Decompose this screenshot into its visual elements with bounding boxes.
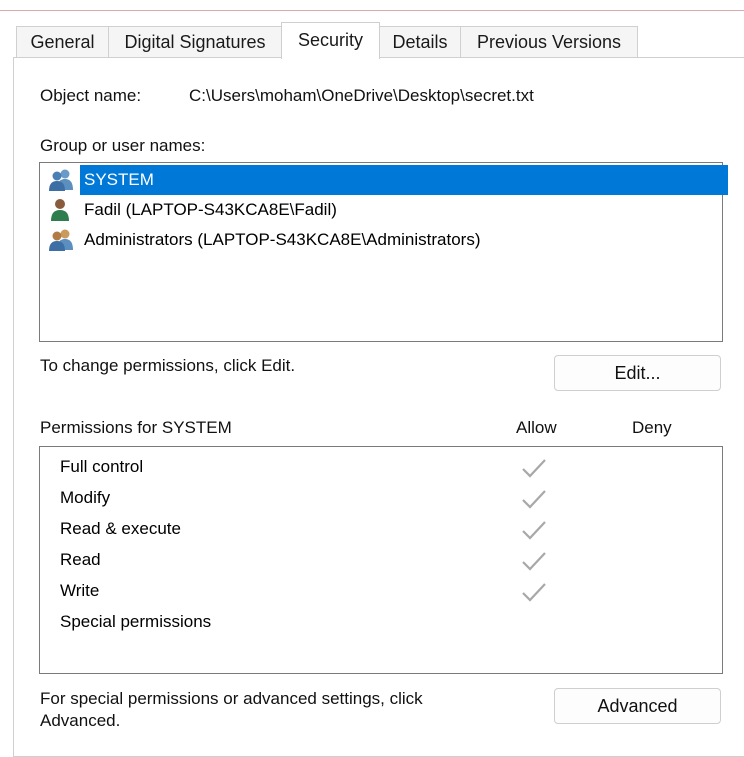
list-item[interactable]: SYSTEM bbox=[44, 165, 728, 195]
deny-header: Deny bbox=[632, 418, 672, 437]
permission-write: Write bbox=[60, 581, 100, 600]
admin-group-icon bbox=[49, 229, 73, 251]
change-permissions-text: To change permissions, click Edit. bbox=[40, 356, 296, 375]
permissions-label: Permissions for SYSTEM bbox=[40, 418, 232, 437]
user-icon bbox=[51, 199, 69, 221]
allow-check-icon bbox=[522, 583, 546, 602]
permissions-list[interactable]: Full control Modify Read & execute Read … bbox=[39, 446, 723, 674]
list-item-label: SYSTEM bbox=[80, 165, 728, 195]
permission-modify: Modify bbox=[60, 488, 111, 507]
permission-special: Special permissions bbox=[60, 612, 212, 631]
advanced-text-line2: Advanced. bbox=[40, 711, 121, 730]
object-name-label: Object name: bbox=[40, 86, 142, 105]
list-item[interactable]: Fadil (LAPTOP-S43KCA8E\Fadil) bbox=[44, 195, 720, 225]
advanced-button[interactable]: Advanced bbox=[554, 688, 721, 724]
users-group-icon bbox=[49, 169, 73, 191]
object-name-value: C:\Users\moham\OneDrive\Desktop\secret.t… bbox=[189, 86, 534, 105]
permission-full-control: Full control bbox=[60, 457, 144, 476]
list-item-label: Fadil (LAPTOP-S43KCA8E\Fadil) bbox=[84, 200, 337, 219]
allow-check-icon bbox=[522, 521, 546, 540]
group-names-label: Group or user names: bbox=[40, 136, 206, 155]
tab-strip: General Digital Signatures Security Deta… bbox=[0, 22, 744, 59]
tab-details[interactable]: Details bbox=[379, 26, 461, 57]
advanced-text-line1: For special permissions or advanced sett… bbox=[40, 689, 423, 708]
group-names-list[interactable]: SYSTEM Fadil (LAPTOP-S43KCA8E\Fadil) Adm… bbox=[39, 162, 728, 342]
permission-read-execute: Read & execute bbox=[60, 519, 181, 538]
permission-read: Read bbox=[60, 550, 101, 569]
tab-digital-signatures[interactable]: Digital Signatures bbox=[108, 26, 282, 57]
allow-check-icon bbox=[522, 552, 546, 571]
edit-button[interactable]: Edit... bbox=[554, 355, 721, 391]
allow-check-icon bbox=[522, 459, 546, 478]
tab-security[interactable]: Security bbox=[281, 22, 380, 59]
window-top-border bbox=[0, 0, 744, 11]
allow-check-icon bbox=[522, 490, 546, 509]
tab-previous-versions[interactable]: Previous Versions bbox=[460, 26, 638, 57]
list-item-label: Administrators (LAPTOP-S43KCA8E\Administ… bbox=[84, 230, 481, 249]
list-item[interactable]: Administrators (LAPTOP-S43KCA8E\Administ… bbox=[44, 225, 720, 255]
tab-general[interactable]: General bbox=[16, 26, 109, 57]
allow-header: Allow bbox=[516, 418, 557, 437]
